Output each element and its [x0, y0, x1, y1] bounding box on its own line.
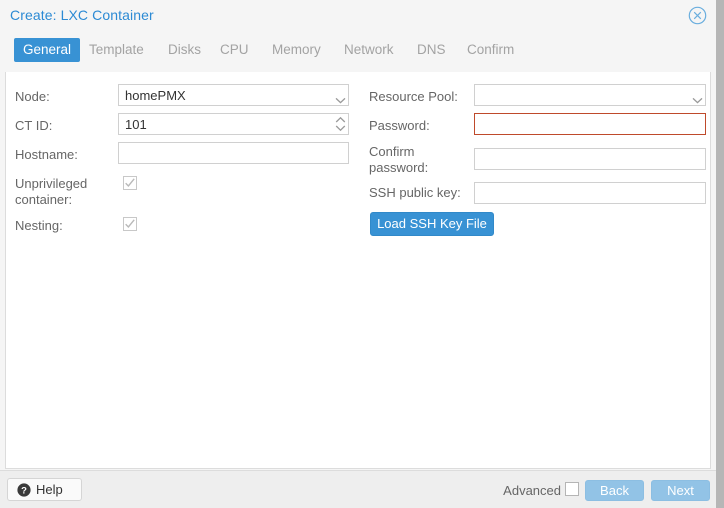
question-circle-icon: ?: [17, 483, 31, 497]
resource-pool-combobox[interactable]: [474, 84, 706, 106]
general-tab-panel: Node: CT ID: Hostname: Unprivileged cont…: [5, 72, 711, 469]
close-icon[interactable]: [688, 6, 707, 25]
password-label: Password:: [369, 118, 430, 133]
tab-dns[interactable]: DNS: [408, 38, 455, 62]
svg-text:?: ?: [21, 486, 27, 497]
tab-template[interactable]: Template: [80, 38, 153, 62]
tab-cpu[interactable]: CPU: [211, 38, 258, 62]
tab-network[interactable]: Network: [335, 38, 403, 62]
back-button[interactable]: Back: [585, 480, 644, 501]
ct-id-input[interactable]: [118, 113, 349, 135]
create-lxc-container-dialog: Create: LXC Container General Template D…: [0, 0, 716, 508]
node-label: Node:: [15, 89, 50, 104]
dialog-footer: ? Help Advanced Back Next: [0, 470, 716, 508]
password-input[interactable]: [474, 113, 706, 135]
unprivileged-container-checkbox[interactable]: [123, 176, 137, 190]
nesting-checkbox[interactable]: [123, 217, 137, 231]
advanced-checkbox[interactable]: [565, 482, 579, 496]
confirm-password-input[interactable]: [474, 148, 706, 170]
hostname-label: Hostname:: [15, 147, 78, 162]
ssh-public-key-input[interactable]: [474, 182, 706, 204]
nesting-label: Nesting:: [15, 218, 63, 233]
tab-memory[interactable]: Memory: [263, 38, 330, 62]
help-button[interactable]: ? Help: [7, 478, 82, 501]
general-form: Node: CT ID: Hostname: Unprivileged cont…: [6, 72, 710, 468]
confirm-password-label: Confirm password:: [369, 144, 429, 175]
tab-general[interactable]: General: [14, 38, 81, 62]
help-button-label: Help: [36, 482, 63, 497]
dialog-titlebar: Create: LXC Container: [0, 0, 716, 31]
tab-disks[interactable]: Disks: [159, 38, 210, 62]
tab-bar: General Template Disks CPU Memory Networ…: [0, 38, 716, 62]
unprivileged-container-label: Unprivileged container:: [15, 176, 88, 207]
next-button[interactable]: Next: [651, 480, 710, 501]
load-ssh-key-file-button[interactable]: Load SSH Key File: [370, 212, 494, 236]
hostname-input[interactable]: [118, 142, 349, 164]
dialog-title: Create: LXC Container: [10, 7, 154, 23]
node-combobox[interactable]: [118, 84, 349, 106]
ct-id-label: CT ID:: [15, 118, 53, 133]
advanced-label: Advanced: [503, 483, 561, 498]
tab-confirm[interactable]: Confirm: [458, 38, 523, 62]
ssh-public-key-label: SSH public key:: [369, 185, 461, 200]
resource-pool-label: Resource Pool:: [369, 89, 458, 104]
